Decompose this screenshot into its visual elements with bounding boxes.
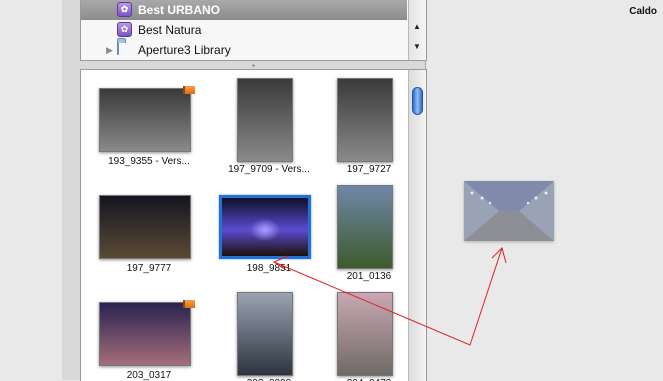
folder-icon xyxy=(117,41,133,58)
album-icon: ✿ xyxy=(117,22,133,38)
photo-thumbnail[interactable] xyxy=(337,292,393,376)
flag-icon xyxy=(183,86,195,94)
source-item-best-urbano[interactable]: ✿ Best URBANO xyxy=(81,0,407,20)
photo-tile[interactable]: 201_0136 xyxy=(319,185,419,287)
photo-image xyxy=(100,89,190,151)
flag-icon xyxy=(183,300,195,308)
photo-tile[interactable]: 198_9851 xyxy=(219,187,319,287)
photo-caption: 201_0136 xyxy=(346,271,392,282)
photo-thumbnail[interactable] xyxy=(337,185,393,269)
source-item-label: Aperture3 Library xyxy=(138,43,231,57)
photo-tile[interactable]: 197_9777 xyxy=(99,187,199,287)
photo-thumbnail[interactable] xyxy=(237,292,293,376)
photo-image xyxy=(100,303,190,365)
photo-tile[interactable]: 193_9355 - Vers... xyxy=(99,80,199,180)
dragged-photo-image xyxy=(464,181,554,241)
photo-thumbnail[interactable] xyxy=(219,195,311,259)
source-item-label: Best Natura xyxy=(138,23,202,37)
photo-image xyxy=(238,79,292,161)
photo-tile[interactable]: 204_0473 xyxy=(319,292,419,381)
photo-thumbnail[interactable] xyxy=(337,78,393,162)
pane-splitter[interactable]: ▪ xyxy=(80,61,425,70)
annotation-arrowhead-right xyxy=(491,247,507,264)
source-list-scrollbar[interactable]: ▲ ▼ xyxy=(408,0,426,60)
source-list: ✿ Best URBANO ✿ Best Natura ▶ Aperture3 … xyxy=(80,0,427,61)
photo-caption: 197_9777 xyxy=(126,263,172,274)
photo-thumbnail[interactable] xyxy=(99,195,191,259)
photo-image xyxy=(338,186,392,268)
photo-caption: 203_0317 xyxy=(126,370,172,381)
source-item-aperture3-library[interactable]: ▶ Aperture3 Library xyxy=(81,40,407,60)
photo-caption: 193_9355 - Vers... xyxy=(108,156,190,167)
album-icon: ✿ xyxy=(117,2,133,18)
photo-thumbnail[interactable] xyxy=(237,78,293,162)
photo-image xyxy=(338,79,392,161)
source-item-label: Best URBANO xyxy=(138,3,221,17)
photo-tile[interactable]: 197_9727 xyxy=(319,78,419,180)
dragged-photo-preview xyxy=(464,181,554,241)
photo-image xyxy=(338,293,392,375)
photo-caption: 197_9727 xyxy=(346,164,392,175)
photo-tile[interactable]: 203_0390 xyxy=(219,292,319,381)
photo-image xyxy=(238,293,292,375)
photo-thumbnail[interactable] xyxy=(99,302,191,366)
disclosure-triangle-icon[interactable]: ▶ xyxy=(106,45,113,56)
photo-tile[interactable]: 203_0317 xyxy=(99,294,199,381)
source-item-best-natura[interactable]: ✿ Best Natura xyxy=(81,20,407,40)
app-title: Caldo xyxy=(629,6,657,17)
photo-browser: 193_9355 - Vers... 197_9709 - Vers... 197_… xyxy=(80,69,427,381)
photo-tile[interactable]: 197_9709 - Vers... xyxy=(219,78,319,180)
scroll-down-arrow-icon[interactable]: ▼ xyxy=(412,42,422,51)
scroll-up-arrow-icon[interactable]: ▲ xyxy=(412,22,422,31)
photo-image xyxy=(222,198,308,256)
photo-thumbnail[interactable] xyxy=(99,88,191,152)
photo-image xyxy=(100,196,190,258)
